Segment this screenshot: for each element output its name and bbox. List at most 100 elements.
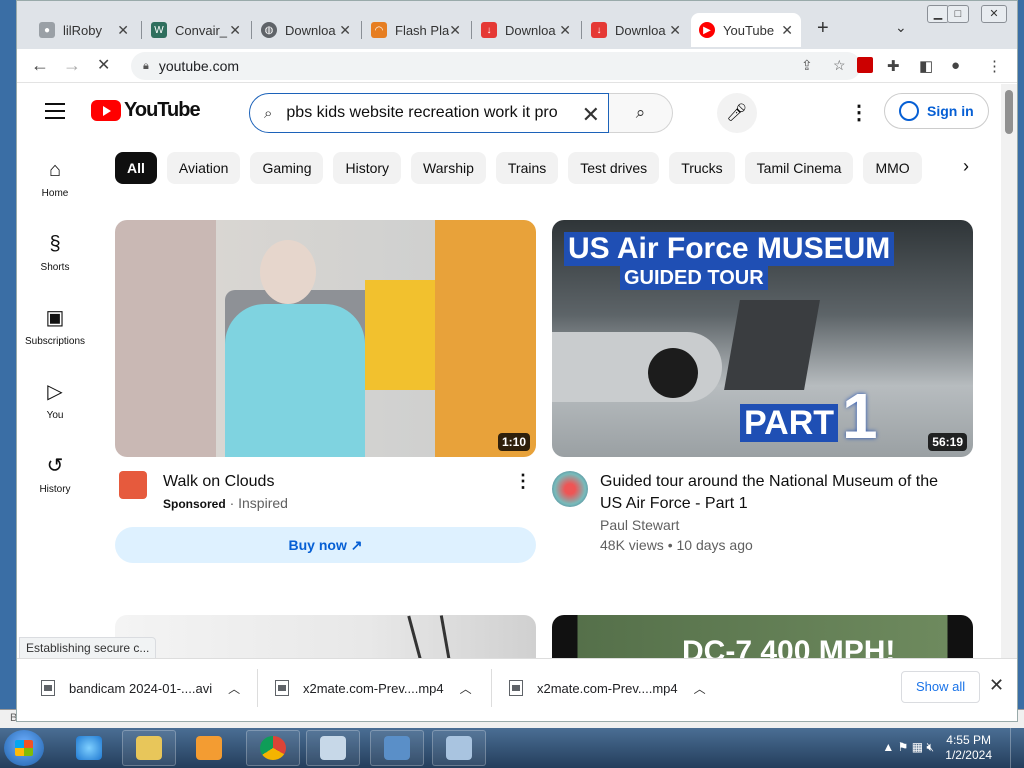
- chip-all[interactable]: All: [115, 152, 157, 184]
- clear-search-icon[interactable]: ✕: [582, 102, 600, 128]
- taskbar-app-remote[interactable]: [370, 730, 424, 766]
- show-all-button[interactable]: Show all: [901, 671, 981, 703]
- page-scrollbar[interactable]: [1001, 84, 1017, 659]
- video-thumbnail[interactable]: 1:10: [115, 220, 536, 457]
- channel-avatar[interactable]: [552, 471, 588, 507]
- video-card[interactable]: US Air Force MUSEUM GUIDED TOUR PART 1 5…: [552, 220, 973, 559]
- video-thumbnail[interactable]: DC-7 400 MPH!: [552, 615, 973, 659]
- share-icon[interactable]: ⇪: [801, 57, 813, 74]
- download-item[interactable]: x2mate.com-Prev....mp4 ︿: [509, 671, 706, 705]
- close-window-button[interactable]: ✕: [981, 5, 1007, 23]
- sidebar-item-history[interactable]: ↺ History: [17, 452, 93, 526]
- search-box[interactable]: ⌕ pbs kids website recreation work it pr…: [249, 93, 609, 133]
- tab-0[interactable]: ● lilRoby ✕: [31, 13, 137, 47]
- forward-button[interactable]: →: [63, 55, 81, 76]
- sidebar-item-shorts[interactable]: § Shorts: [17, 230, 93, 304]
- chip-gaming[interactable]: Gaming: [250, 152, 324, 184]
- chip-tamil-cinema[interactable]: Tamil Cinema: [744, 152, 854, 184]
- chevron-up-icon[interactable]: ︿: [460, 680, 472, 697]
- youtube-logo[interactable]: YouTube: [91, 99, 201, 122]
- download-item[interactable]: x2mate.com-Prev....mp4 ︿: [275, 671, 472, 705]
- chip-mmo[interactable]: MMO: [863, 152, 922, 184]
- close-tab-icon[interactable]: ✕: [339, 22, 351, 39]
- more-actions-icon[interactable]: ⋮: [514, 471, 532, 492]
- clock[interactable]: 4:55 PM 1/2/2024: [945, 733, 992, 763]
- channel-name[interactable]: Inspired: [238, 495, 288, 511]
- taskbar-app-media[interactable]: [182, 730, 236, 766]
- chevron-up-icon[interactable]: ︿: [694, 680, 706, 697]
- ad-info: Sponsored · Inspired: [163, 495, 288, 511]
- sidebar-item-home[interactable]: ⌂ Home: [17, 156, 93, 230]
- chip-warship[interactable]: Warship: [411, 152, 486, 184]
- channel-name[interactable]: Paul Stewart: [600, 517, 679, 533]
- chevron-up-icon[interactable]: ︿: [228, 680, 240, 697]
- tab-4[interactable]: ↓ Downloa ✕: [473, 13, 579, 47]
- url-text: youtube.com: [158, 58, 240, 74]
- tab-1[interactable]: W Convair_ ✕: [143, 13, 249, 47]
- buy-now-button[interactable]: Buy now ↗: [115, 527, 536, 563]
- tab-3[interactable]: ◠ Flash Pla ✕: [363, 13, 469, 47]
- taskbar-app-explorer[interactable]: [122, 730, 176, 766]
- video-title[interactable]: Guided tour around the National Museum o…: [600, 471, 950, 515]
- video-title[interactable]: Walk on Clouds: [163, 471, 513, 493]
- taskbar-app-keyboard[interactable]: [432, 730, 486, 766]
- close-tab-icon[interactable]: ✕: [229, 22, 241, 39]
- new-tab-button[interactable]: +: [817, 17, 829, 40]
- back-button[interactable]: ←: [31, 55, 49, 76]
- chip-trucks[interactable]: Trucks: [669, 152, 735, 184]
- extensions-puzzle-icon[interactable]: ✚: [887, 57, 900, 75]
- voice-search-button[interactable]: 🎤︎: [717, 93, 757, 133]
- download-item[interactable]: bandicam 2024-01-....avi ︿: [41, 671, 240, 705]
- menu-icon[interactable]: [45, 103, 65, 124]
- close-downloads-icon[interactable]: ✕: [989, 675, 1004, 696]
- thumbnail-heading: US Air Force MUSEUM: [564, 232, 895, 266]
- close-tab-icon[interactable]: ✕: [449, 22, 461, 39]
- close-tab-icon[interactable]: ✕: [781, 22, 793, 39]
- sign-in-button[interactable]: Sign in: [884, 93, 989, 129]
- taskbar-app-paint[interactable]: [306, 730, 360, 766]
- browser-toolbar: ← → ✕ 🔒︎ youtube.com ⇪ ☆ ✚ ◧ ● ⋮: [17, 49, 1017, 83]
- action-center-icon[interactable]: ⚑: [898, 740, 909, 754]
- bookmark-star-icon[interactable]: ☆: [833, 57, 846, 74]
- chip-history[interactable]: History: [333, 152, 402, 184]
- extension-icon[interactable]: [857, 57, 873, 73]
- video-thumbnail[interactable]: US Air Force MUSEUM GUIDED TOUR PART 1 5…: [552, 220, 973, 457]
- settings-menu-icon[interactable]: ⋮: [849, 100, 869, 125]
- youtube-page: YouTube ⌕ pbs kids website recreation wo…: [17, 84, 1003, 659]
- profile-icon[interactable]: ●: [951, 57, 960, 74]
- taskbar-app-ie[interactable]: [62, 730, 116, 766]
- browser-menu-icon[interactable]: ⋮: [987, 57, 1002, 75]
- close-tab-icon[interactable]: ✕: [669, 22, 681, 39]
- sidebar-item-you[interactable]: ▷ You: [17, 378, 93, 452]
- video-card[interactable]: 1:10 Walk on Clouds Sponsored · Inspired…: [115, 220, 536, 563]
- close-tab-icon[interactable]: ✕: [117, 22, 129, 39]
- channel-avatar[interactable]: [119, 471, 147, 499]
- chip-aviation[interactable]: Aviation: [166, 152, 241, 184]
- chevron-right-icon[interactable]: ›: [963, 156, 969, 177]
- address-bar[interactable]: 🔒︎ youtube.com ⇪ ☆: [131, 52, 861, 80]
- search-button[interactable]: ⌕: [609, 93, 673, 133]
- tab-youtube-active[interactable]: ▶ YouTube ✕: [691, 13, 801, 47]
- show-hidden-icons[interactable]: ▲: [882, 740, 894, 754]
- video-thumbnail[interactable]: [115, 615, 536, 659]
- chip-test-drives[interactable]: Test drives: [568, 152, 660, 184]
- close-tab-icon[interactable]: ✕: [559, 22, 571, 39]
- tab-search-chevron-icon[interactable]: ⌄: [895, 19, 907, 36]
- search-input[interactable]: pbs kids website recreation work it pro: [286, 104, 557, 122]
- volume-muted-icon[interactable]: 🔇︎: [926, 740, 934, 754]
- tab-5[interactable]: ↓ Downloa ✕: [583, 13, 689, 47]
- maximize-button[interactable]: □: [947, 5, 969, 23]
- start-button[interactable]: [4, 730, 44, 766]
- show-desktop-button[interactable]: [1010, 728, 1024, 768]
- tab-2[interactable]: ◍ Downloa ✕: [253, 13, 359, 47]
- side-panel-icon[interactable]: ◧: [919, 57, 933, 75]
- chip-trains[interactable]: Trains: [495, 152, 559, 184]
- scrollbar-thumb[interactable]: [1005, 90, 1013, 134]
- system-tray[interactable]: ▲ ⚑ ▦ 🔇︎: [882, 740, 934, 755]
- minimize-button[interactable]: ▁: [927, 5, 949, 23]
- stop-loading-button[interactable]: ✕: [97, 55, 110, 75]
- download-divider: [491, 669, 492, 707]
- taskbar-app-chrome[interactable]: [246, 730, 300, 766]
- sidebar-item-subscriptions[interactable]: ▣ Subscriptions: [17, 304, 93, 378]
- network-icon[interactable]: ▦: [912, 740, 923, 754]
